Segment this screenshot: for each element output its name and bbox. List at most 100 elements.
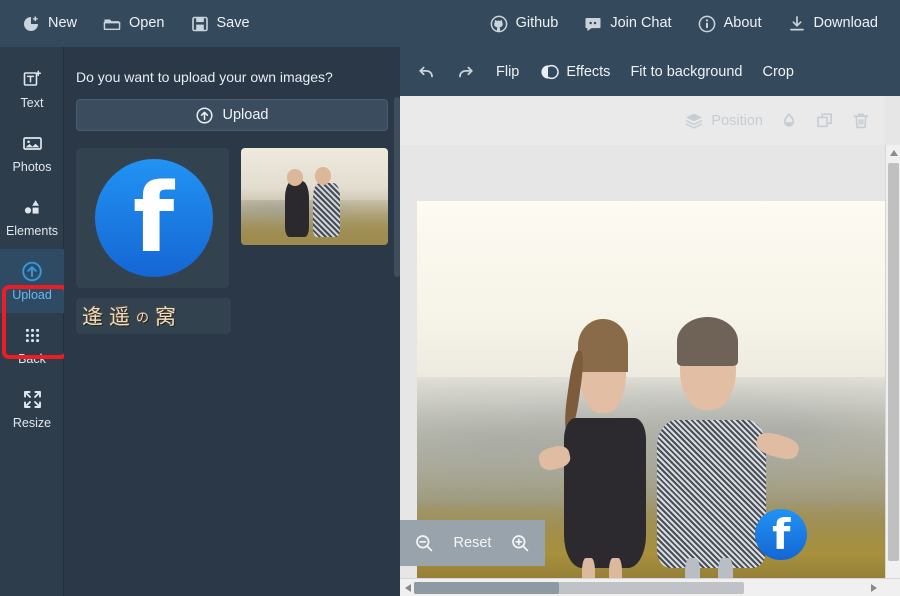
menu-new-label: New [48,15,78,32]
duplicate-icon [815,111,835,131]
menu-join-chat-label: Join Chat [610,15,672,32]
facebook-logo-thumbnail[interactable]: f [76,148,230,288]
photo-girl-hair [578,318,628,372]
calligraphy-strip-thumbnail[interactable]: 逄 遥 の 窝 [76,298,231,334]
image-editor-app: New Open Save Github Join Chat About Dow… [0,0,900,596]
upload-button-label: Upload [222,107,269,123]
crop-button[interactable]: Crop [762,64,793,80]
photo-girl-dress [563,417,647,568]
position-label: Position [711,112,763,129]
zoom-reset-button[interactable]: Reset [454,535,492,551]
kids-photo-thumbnail[interactable] [241,148,388,245]
opacity-button[interactable] [779,111,799,131]
upload-arrow-icon [21,261,43,283]
undo-button[interactable] [416,62,436,82]
undo-icon [416,62,436,82]
menu-github-label: Github [515,15,559,32]
effects-label: Effects [566,63,611,80]
menu-open-button[interactable]: Open [103,15,165,33]
scroll-up-arrow-icon[interactable] [886,145,900,161]
text-box-icon [21,69,43,91]
info-circle-icon [698,15,716,33]
flip-button[interactable]: Flip [496,64,519,80]
canvas-horizontal-scrollbar[interactable] [400,578,900,596]
opacity-drop-icon [779,111,799,131]
left-sidebar-rail: Text Photos Elements Upload Back Resize [0,47,68,596]
menubar-right-group: Github Join Chat About Download [490,15,900,33]
object-layer-toolbar: Position [400,96,885,145]
menu-download-label: Download [813,15,879,32]
sidebar-item-resize-label: Resize [12,415,52,430]
kids-thumb-boy [313,182,340,238]
sidebar-item-elements[interactable]: Elements [0,185,64,249]
editor-area: Flip Effects Fit to background Crop Posi… [400,47,900,596]
delete-button[interactable] [851,111,871,131]
upload-circle-icon [196,106,214,124]
kids-thumb-girl-head [286,169,303,186]
facebook-logo-thumb-inner: f [76,148,230,288]
image-icon [21,133,43,155]
sidebar-item-back[interactable]: Back [0,313,64,377]
menu-github-button[interactable]: Github [490,15,559,33]
shapes-icon [21,197,43,219]
glyph-1: 逄 [82,305,103,329]
menu-save-label: Save [216,15,250,32]
photo-girl [536,318,656,591]
magnifier-plus-icon[interactable] [509,532,531,554]
top-menubar: New Open Save Github Join Chat About Dow… [0,0,900,47]
menu-download-button[interactable]: Download [788,15,879,33]
chat-bubble-icon [584,15,602,33]
duplicate-button[interactable] [815,111,835,131]
facebook-logo-overlay[interactable]: f [755,509,808,560]
vertical-scroll-thumb[interactable] [888,163,899,561]
menu-save-button[interactable]: Save [191,15,250,33]
scroll-right-arrow-icon[interactable] [866,579,882,596]
folder-open-icon [103,15,121,33]
effects-button[interactable]: Effects [539,62,610,82]
menu-join-chat-button[interactable]: Join Chat [584,15,672,33]
glyph-2: 遥 [109,305,130,329]
facebook-circle: f [94,159,213,277]
flip-label: Flip [496,63,520,80]
canvas-toolbar: Flip Effects Fit to background Crop [400,47,900,96]
sidebar-item-upload[interactable]: Upload [0,249,64,313]
fit-to-background-button[interactable]: Fit to background [630,64,742,80]
canvas-vertical-scrollbar[interactable] [885,145,900,596]
trash-icon [851,111,871,131]
kids-thumb-boy-head [314,167,331,185]
floppy-disk-icon [191,15,209,33]
sidebar-item-resize[interactable]: Resize [0,377,64,441]
menu-open-label: Open [129,15,165,32]
menu-about-label: About [723,15,762,32]
sidebar-item-upload-label: Upload [12,287,52,302]
horizontal-scroll-thumb-active[interactable] [414,582,559,594]
redo-icon [456,62,476,82]
photo-boy-hair [677,317,739,367]
zoom-control-bar: Reset [400,520,545,566]
github-icon [490,15,508,33]
menu-new-button[interactable]: New [22,15,77,33]
facebook-overlay-letter: f [772,510,791,560]
position-button[interactable]: Position [684,111,763,131]
expand-arrows-icon [21,389,43,411]
glyph-4: 窝 [155,305,177,329]
redo-button[interactable] [456,62,476,82]
contrast-icon [539,62,560,82]
sidebar-item-back-label: Back [18,351,46,366]
upload-button[interactable]: Upload [76,99,388,131]
sidebar-item-photos[interactable]: Photos [0,121,64,185]
upload-panel-question: Do you want to upload your own images? [76,69,333,85]
kids-thumb-girl [285,181,309,238]
sidebar-item-text-label: Text [20,95,44,110]
download-icon [788,15,806,33]
menubar-left-group: New Open Save [0,15,250,33]
glyph-3: の [136,310,150,326]
uploaded-thumbnails-list: f [64,131,400,288]
sidebar-item-elements-label: Elements [5,223,59,238]
sidebar-item-text[interactable]: Text [0,57,64,121]
menu-about-button[interactable]: About [698,15,762,33]
crop-label: Crop [762,63,794,80]
fit-to-background-label: Fit to background [630,63,743,80]
grid-dots-icon [21,325,43,347]
magnifier-minus-icon[interactable] [414,532,436,554]
